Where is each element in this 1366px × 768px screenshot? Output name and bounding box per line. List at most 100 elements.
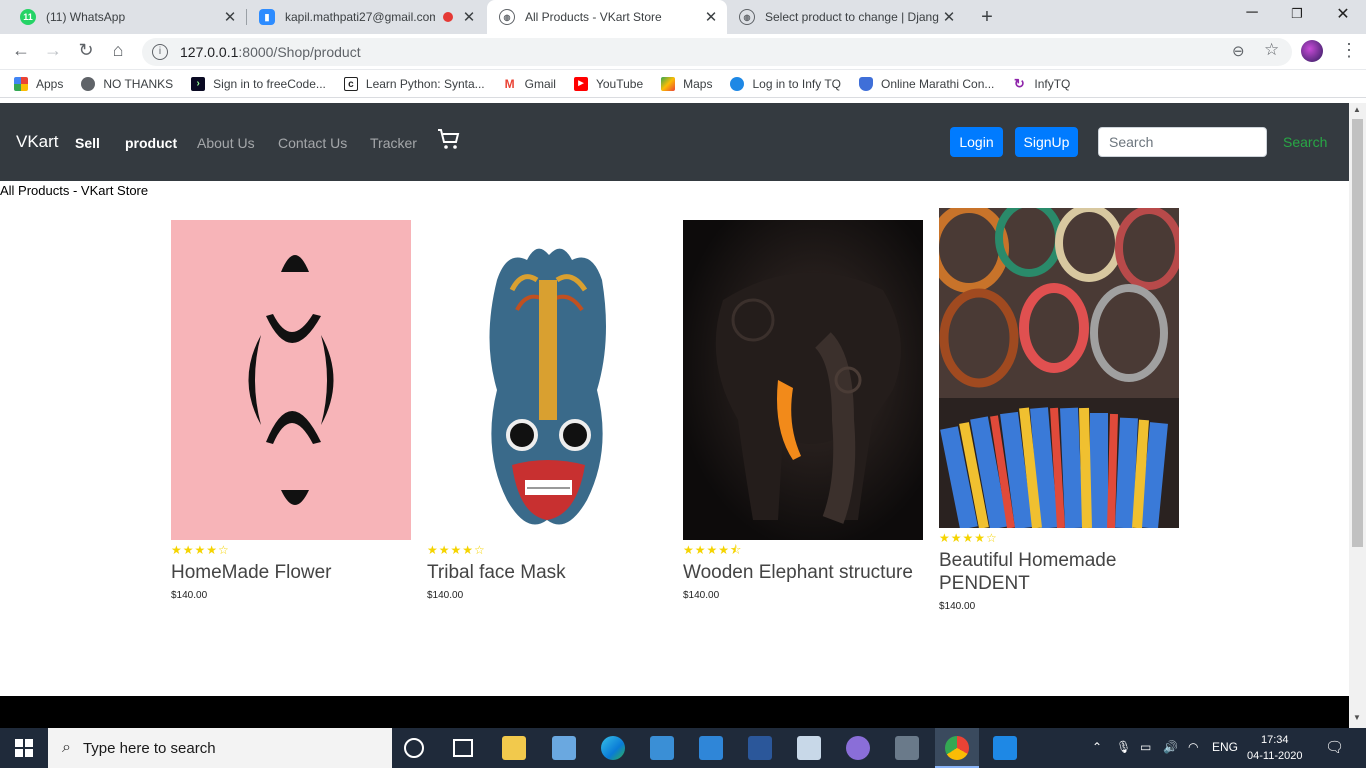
mail-icon[interactable] bbox=[699, 736, 723, 760]
edge-icon[interactable] bbox=[601, 736, 625, 760]
forward-icon[interactable]: → bbox=[42, 40, 64, 61]
globe-icon: ◍ bbox=[499, 9, 515, 25]
product-name[interactable]: Tribal face Mask bbox=[427, 561, 667, 584]
battery-icon[interactable]: ▭ bbox=[1140, 740, 1151, 754]
site-brand[interactable]: VKart bbox=[16, 132, 59, 152]
word-icon[interactable] bbox=[748, 736, 772, 760]
taskbar-clock[interactable]: 17:34 04-11-2020 bbox=[1247, 732, 1302, 764]
rating-stars: ★★★★☆ bbox=[939, 531, 998, 545]
bookmark-maps[interactable]: Maps bbox=[661, 76, 713, 91]
url-path: :8000/Shop/product bbox=[238, 44, 361, 60]
bookmark-label: NO THANKS bbox=[103, 76, 174, 91]
product-card[interactable]: ★★★★☆ HomeMade Flower $140.00 bbox=[171, 220, 411, 601]
windows-start-icon[interactable] bbox=[0, 728, 48, 768]
product-card[interactable]: ★★★★⯪ Wooden Elephant structure $140.00 bbox=[683, 220, 923, 601]
nav-link-tracker[interactable]: Tracker bbox=[370, 135, 417, 151]
back-icon[interactable]: ← bbox=[10, 40, 32, 61]
bookmark-label: InfyTQ bbox=[1034, 76, 1071, 91]
close-icon[interactable]: ✕ bbox=[941, 8, 957, 26]
product-name[interactable]: Wooden Elephant structure bbox=[683, 561, 923, 584]
site-info-icon[interactable]: i bbox=[152, 44, 168, 60]
bookmark-marathi[interactable]: Online Marathi Con... bbox=[858, 76, 994, 91]
tab-whatsapp[interactable]: 11 (11) WhatsApp ✕ bbox=[8, 0, 246, 34]
nav-link-sell[interactable]: Sell bbox=[75, 135, 100, 151]
microphone-icon[interactable]: 🎙 bbox=[1116, 740, 1131, 754]
file-explorer-icon[interactable] bbox=[502, 736, 526, 760]
bookmark-label: Learn Python: Synta... bbox=[365, 76, 485, 91]
tab-django-admin[interactable]: ◍ Select product to change | Djang ✕ bbox=[727, 0, 965, 34]
bookmark-star-icon[interactable]: ☆ bbox=[1264, 40, 1279, 60]
minimize-icon[interactable]: ─ bbox=[1240, 4, 1264, 22]
scrollbar-thumb[interactable] bbox=[1352, 119, 1363, 547]
search-icon: ⌕ bbox=[62, 739, 71, 756]
reload-icon[interactable]: ↻ bbox=[75, 40, 97, 61]
bookmark-apps[interactable]: Apps bbox=[14, 76, 63, 91]
bookmark-no-thanks[interactable]: NO THANKS bbox=[81, 76, 174, 91]
maps-icon bbox=[661, 76, 676, 91]
zoom-icon[interactable]: ⊖ bbox=[1232, 42, 1245, 60]
close-icon[interactable]: ✕ bbox=[222, 8, 238, 26]
store-icon[interactable] bbox=[650, 736, 674, 760]
codecademy-icon: c bbox=[343, 76, 358, 91]
product-name[interactable]: HomeMade Flower bbox=[171, 561, 411, 584]
show-hidden-icons-icon[interactable]: ⌃ bbox=[1092, 740, 1102, 754]
tab-gmail[interactable]: ▮ kapil.mathpati27@gmail.com ✕ bbox=[247, 0, 485, 34]
close-window-icon[interactable]: ✕ bbox=[1331, 4, 1355, 24]
ie-downloads-icon[interactable] bbox=[552, 736, 576, 760]
freecodecamp-icon: › bbox=[191, 76, 206, 91]
close-icon[interactable]: ✕ bbox=[703, 8, 719, 26]
tab-all-products[interactable]: ◍ All Products - VKart Store ✕ bbox=[487, 0, 727, 34]
language-indicator[interactable]: ENG bbox=[1212, 740, 1238, 754]
login-button[interactable]: Login bbox=[950, 127, 1003, 157]
product-image-wooden-elephant[interactable] bbox=[683, 220, 923, 540]
cortana-icon[interactable] bbox=[404, 738, 424, 758]
bookmark-infytq[interactable]: ↻ InfyTQ bbox=[1012, 76, 1071, 91]
product-image-homemade-flower[interactable] bbox=[171, 220, 411, 540]
bookmark-freecodecamp[interactable]: › Sign in to freeCode... bbox=[191, 76, 326, 91]
restore-icon[interactable]: ❐ bbox=[1285, 6, 1309, 22]
product-card[interactable]: ★★★★☆ Beautiful Homemade PENDENT $140.00 bbox=[939, 208, 1179, 612]
bookmark-label: Maps bbox=[683, 76, 713, 91]
url-host: 127.0.0.1 bbox=[180, 44, 239, 60]
profile-avatar[interactable] bbox=[1301, 40, 1323, 62]
chat-app-icon[interactable] bbox=[846, 736, 870, 760]
menu-icon[interactable]: ⋮ bbox=[1340, 40, 1358, 61]
address-bar[interactable]: i 127.0.0.1:8000/Shop/product bbox=[142, 38, 1292, 66]
product-price: $140.00 bbox=[683, 590, 720, 601]
new-tab-icon[interactable]: + bbox=[977, 6, 997, 29]
product-price: $140.00 bbox=[171, 590, 208, 601]
search-input[interactable] bbox=[1098, 127, 1267, 157]
search-button[interactable]: Search bbox=[1283, 134, 1327, 150]
bookmark-infytq-login[interactable]: Log in to Infy TQ bbox=[730, 76, 841, 91]
notifications-icon[interactable]: 🗨 bbox=[1325, 738, 1344, 756]
bookmarks-bar: Apps NO THANKS › Sign in to freeCode... … bbox=[0, 70, 1366, 98]
python-file-icon[interactable] bbox=[797, 736, 821, 760]
bookmark-learn-python[interactable]: c Learn Python: Synta... bbox=[343, 76, 485, 91]
taskbar-search-box[interactable]: ⌕ Type here to search bbox=[48, 728, 392, 768]
bookmark-gmail[interactable]: M Gmail bbox=[502, 76, 556, 91]
clock-time: 17:34 bbox=[1260, 734, 1289, 746]
bookmark-label: Sign in to freeCode... bbox=[213, 76, 326, 91]
volume-icon[interactable]: 🔊 bbox=[1163, 740, 1178, 754]
infytq-globe-icon bbox=[730, 76, 745, 91]
scroll-down-icon[interactable]: ▼ bbox=[1353, 713, 1361, 722]
scroll-up-icon[interactable]: ▲ bbox=[1353, 105, 1361, 114]
bookmark-youtube[interactable]: ▶ YouTube bbox=[573, 76, 643, 91]
camera-icon[interactable] bbox=[895, 736, 919, 760]
vscode-icon[interactable] bbox=[993, 736, 1017, 760]
signup-button[interactable]: SignUp bbox=[1015, 127, 1078, 157]
wifi-icon[interactable]: ◠ bbox=[1188, 740, 1198, 754]
nav-link-about-us[interactable]: About Us bbox=[197, 135, 255, 151]
product-card[interactable]: ★★★★☆ Tribal face Mask $140.00 bbox=[427, 220, 667, 601]
product-name[interactable]: Beautiful Homemade PENDENT bbox=[939, 549, 1179, 595]
home-icon[interactable]: ⌂ bbox=[107, 40, 129, 61]
cart-icon[interactable] bbox=[437, 127, 461, 151]
page-scrollbar[interactable]: ▲ ▼ bbox=[1349, 103, 1366, 728]
task-view-icon[interactable] bbox=[453, 739, 473, 757]
nav-link-contact-us[interactable]: Contact Us bbox=[278, 135, 347, 151]
close-icon[interactable]: ✕ bbox=[461, 8, 477, 26]
product-image-tribal-mask[interactable] bbox=[427, 220, 667, 540]
product-image-bangles[interactable] bbox=[939, 208, 1179, 528]
nav-link-product[interactable]: product bbox=[125, 135, 177, 151]
chrome-taskbar-button[interactable] bbox=[935, 728, 979, 768]
